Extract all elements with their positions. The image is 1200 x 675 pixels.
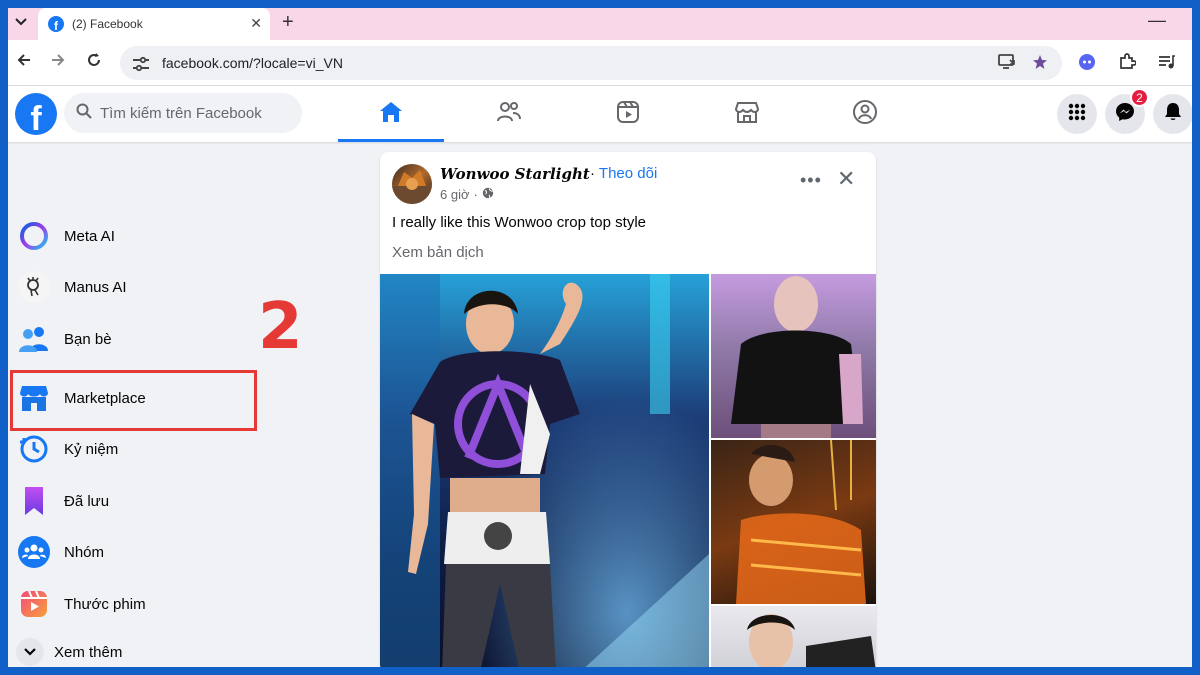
browser-toolbar: facebook.com/?locale=vi_VN (8, 40, 1192, 86)
facebook-logo-icon[interactable]: f (15, 93, 57, 135)
globe-icon (482, 187, 494, 202)
nav-tab-marketplace[interactable] (694, 86, 800, 142)
nav-tab-friends[interactable] (456, 86, 562, 142)
hide-post-button[interactable]: ✕ (837, 166, 855, 192)
post-options-button[interactable]: ••• (800, 170, 822, 191)
messenger-button[interactable]: 2 (1105, 88, 1149, 134)
sidebar-item-label: Đã lưu (64, 492, 110, 510)
left-sidebar: Meta AI Manus AI Bạn bè Marketplace Kỷ n… (8, 142, 338, 667)
tab-search-chevron-down-icon[interactable] (10, 10, 32, 34)
extension-discord-icon[interactable] (1078, 53, 1096, 76)
friends-icon (496, 100, 522, 129)
post-photo-side-3[interactable] (711, 606, 876, 667)
post-caption: I really like this Wonwoo crop top style (392, 214, 646, 231)
reload-icon[interactable] (86, 52, 102, 73)
back-arrow-icon[interactable] (16, 52, 32, 73)
nav-tab-groups[interactable] (812, 86, 918, 142)
reels-icon (18, 588, 50, 620)
sidebar-item-label: Bạn bè (64, 330, 112, 348)
facebook-favicon-icon: f (48, 16, 64, 32)
facebook-header: f Tìm kiếm trên Facebook 2 (8, 86, 1192, 142)
separator-dot: · (590, 165, 595, 182)
search-placeholder: Tìm kiếm trên Facebook (100, 104, 262, 122)
sidebar-item-meta-ai[interactable]: Meta AI (8, 210, 328, 262)
forward-arrow-icon[interactable] (50, 52, 66, 73)
search-icon (76, 103, 92, 124)
grid-menu-icon (1068, 103, 1086, 126)
messenger-unread-badge: 2 (1130, 88, 1149, 107)
nav-tab-video[interactable] (575, 86, 681, 142)
menu-grid-button[interactable] (1057, 94, 1097, 134)
messenger-icon (1115, 102, 1135, 127)
author-avatar[interactable] (392, 164, 432, 204)
media-playlist-icon[interactable] (1158, 53, 1176, 76)
minimize-window-button[interactable]: — (1148, 10, 1166, 31)
tab-close-icon[interactable]: ✕ (250, 15, 262, 32)
post-author-name[interactable]: Wonwoo Starlight (440, 165, 590, 183)
memories-icon (18, 433, 50, 465)
tab-strip: f (2) Facebook ✕ + — (8, 8, 1192, 40)
url-text[interactable]: facebook.com/?locale=vi_VN (162, 55, 343, 71)
marketplace-icon (734, 100, 760, 129)
sidebar-item-label: Meta AI (64, 227, 115, 245)
friends-icon (18, 323, 50, 355)
home-icon (378, 100, 404, 129)
sidebar-item-label: Thước phim (64, 595, 146, 613)
nav-tab-home[interactable] (338, 86, 444, 142)
sidebar-item-label: Nhóm (64, 543, 105, 561)
meta-ai-icon (18, 220, 50, 252)
see-translation-link[interactable]: Xem bản dịch (392, 244, 484, 261)
extensions-puzzle-icon[interactable] (1118, 53, 1137, 76)
sidebar-item-label: Xem thêm (54, 643, 123, 661)
new-tab-button[interactable]: + (282, 11, 294, 34)
facebook-search-input[interactable]: Tìm kiếm trên Facebook (64, 93, 302, 133)
follow-link[interactable]: · Theo dõi (590, 165, 657, 182)
groups-icon (852, 99, 878, 130)
notifications-button[interactable] (1153, 94, 1192, 134)
sidebar-item-see-more[interactable]: Xem thêm (8, 626, 328, 667)
manus-ai-icon (18, 271, 50, 303)
bell-icon (1164, 102, 1182, 127)
chevron-down-icon (16, 638, 44, 666)
feed-post: Wonwoo Starlight · Theo dõi 6 giờ · ••• … (380, 152, 876, 667)
marketplace-highlight-box (10, 370, 257, 431)
post-timestamp[interactable]: 6 giờ · (440, 187, 494, 202)
timestamp-text: 6 giờ (440, 187, 470, 202)
browser-tab-facebook[interactable]: f (2) Facebook ✕ (38, 8, 270, 40)
groups-icon (18, 536, 50, 568)
post-photo-side-2[interactable] (711, 440, 876, 604)
install-app-icon[interactable] (998, 54, 1016, 75)
tab-title: (2) Facebook (72, 17, 143, 31)
separator-dot: · (473, 187, 478, 202)
sidebar-item-saved[interactable]: Đã lưu (8, 475, 328, 527)
site-info-icon[interactable] (132, 56, 150, 72)
sidebar-item-reels[interactable]: Thước phim (8, 578, 328, 630)
saved-icon (18, 485, 50, 517)
video-icon (615, 100, 641, 129)
browser-window: f (2) Facebook ✕ + — facebook.com/?local… (8, 8, 1192, 667)
step-number-annotation: 2 (258, 290, 303, 364)
sidebar-item-label: Kỷ niệm (64, 440, 119, 458)
post-photo-main[interactable] (380, 274, 709, 667)
bookmark-star-icon[interactable] (1032, 54, 1048, 75)
sidebar-item-label: Manus AI (64, 278, 127, 296)
address-bar[interactable]: facebook.com/?locale=vi_VN (120, 46, 1062, 80)
post-photo-side-1[interactable] (711, 274, 876, 438)
follow-label: Theo dõi (598, 165, 658, 182)
sidebar-item-groups[interactable]: Nhóm (8, 526, 328, 578)
